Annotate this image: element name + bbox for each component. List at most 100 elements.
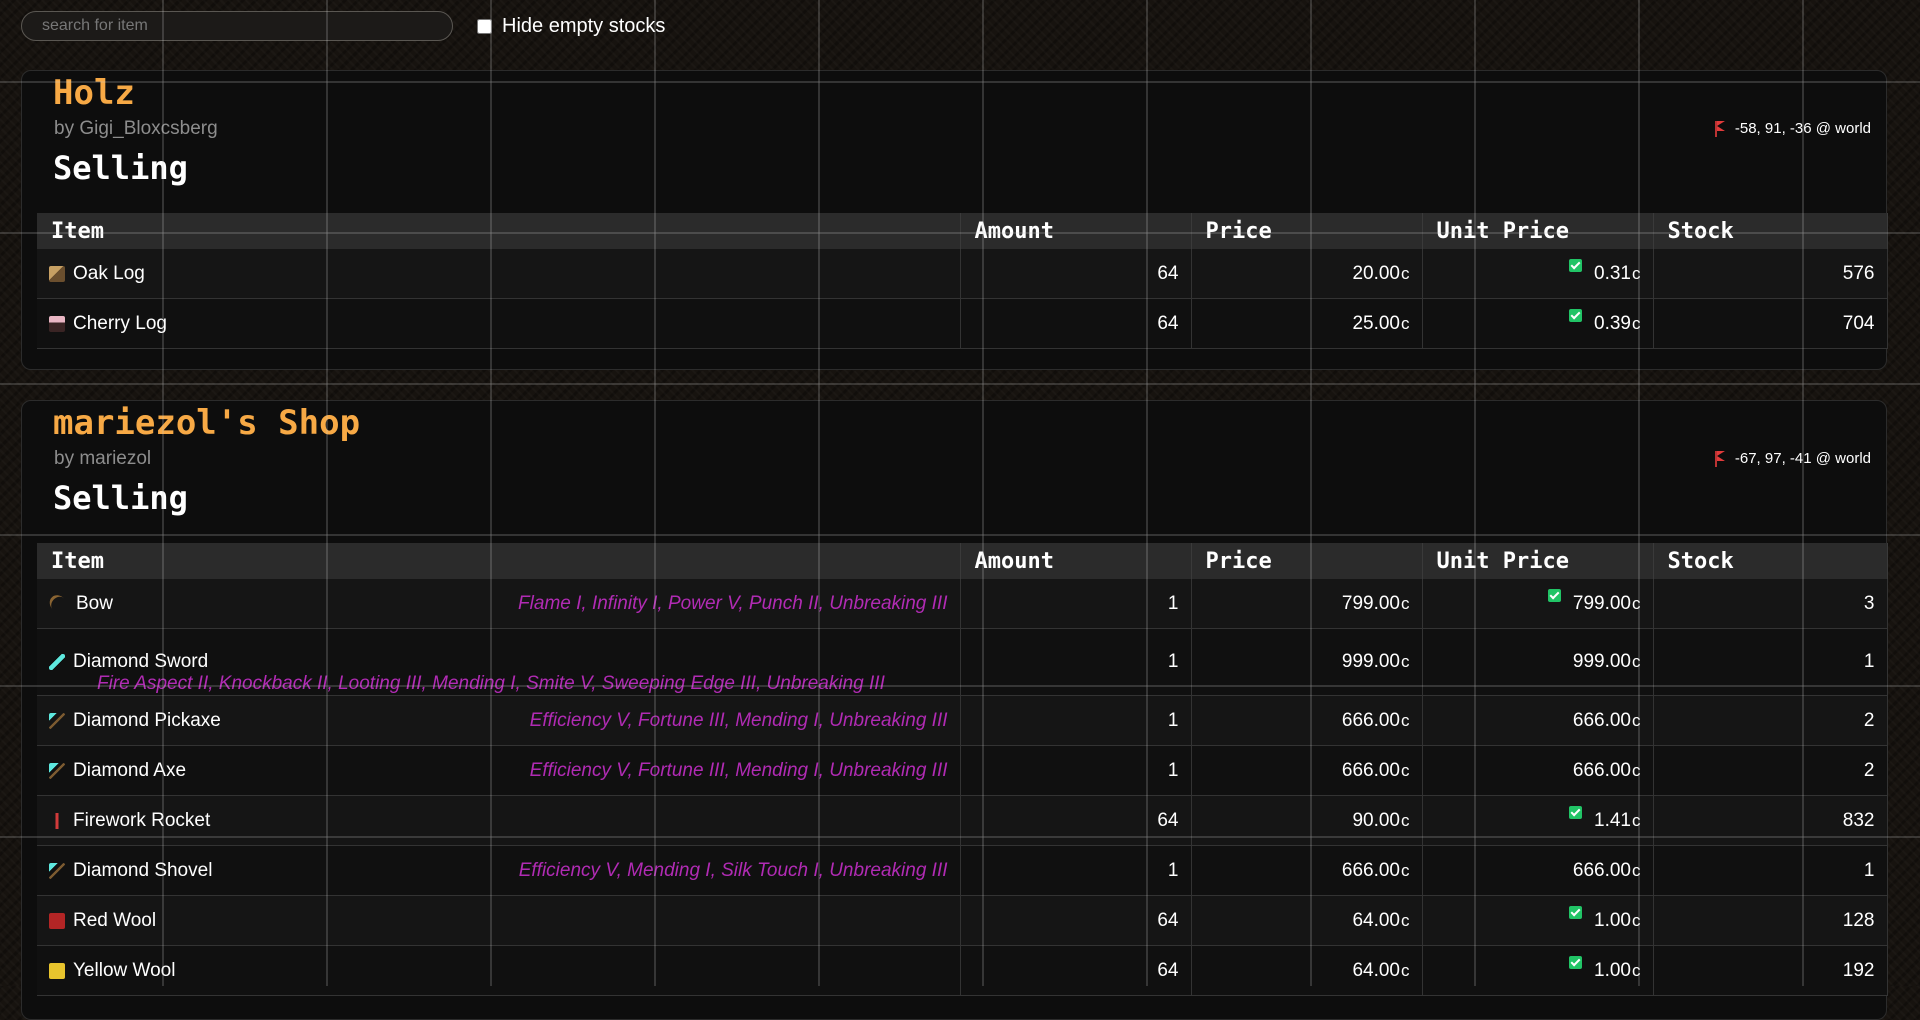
unit-price-value: 0.31 [1594,262,1631,284]
table-row[interactable]: Oak Log 64 20.00c 0.31c 576 [37,249,1888,299]
shop-location[interactable]: -67, 97, -41 @ world [1714,450,1871,467]
item-cell: Diamond Sword Fire Aspect II, Knockback … [37,628,961,696]
currency-symbol: c [1632,710,1641,730]
unit-price-cell: 1.41c [1422,795,1654,846]
diamond-shovel-icon [49,862,65,879]
amount-cell: 1 [960,579,1192,629]
amount-cell: 64 [960,298,1192,349]
amount-cell: 64 [960,895,1192,946]
check-icon [1569,308,1583,322]
table-row[interactable]: Cherry Log 64 25.00c 0.39c 704 [37,298,1888,349]
item-name: Diamond Axe [73,759,187,781]
unit-price-cell: 1.00c [1422,945,1654,996]
amount-cell: 1 [960,745,1192,796]
oak-log-icon [49,265,65,282]
unit-price-value: 999.00 [1572,651,1631,672]
item-enchantments: Fire Aspect II, Knockback II, Looting II… [97,673,885,694]
shop-location-text: -67, 97, -41 @ world [1734,450,1871,467]
item-cell: Oak Log [37,249,961,299]
price-cell: 666.00c [1191,745,1423,796]
item-enchantments: Efficiency V, Mending I, Silk Touch I, U… [518,859,948,881]
item-name: Firework Rocket [73,809,211,831]
unit-price-value: 1.00 [1594,959,1631,981]
item-name: Red Wool [73,909,157,931]
item-cell: Firework Rocket [37,795,961,846]
unit-price-cell: 1.00c [1422,895,1654,946]
price-cell: 90.00c [1191,795,1423,846]
column-header-amount[interactable]: Amount [960,543,1192,579]
bow-icon [46,591,71,616]
item-name: Diamond Sword [73,651,209,672]
flag-icon [1714,120,1729,137]
item-enchantments: Efficiency V, Fortune III, Mending I, Un… [529,709,948,731]
unit-price-value: 666.00 [1572,859,1631,881]
currency-symbol: c [1401,593,1410,613]
stock-cell: 128 [1653,895,1888,946]
column-header-price[interactable]: Price [1191,213,1423,249]
amount-cell: 1 [960,628,1192,696]
unit-price-cell: 666.00c [1422,745,1654,796]
unit-price-cell: 999.00c [1422,628,1654,696]
currency-symbol: c [1401,760,1410,780]
table-row[interactable]: Firework Rocket 64 90.00c 1.41c 832 [37,795,1888,846]
stock-cell: 2 [1653,745,1888,796]
price-value: 25.00 [1352,312,1400,334]
check-icon [1569,258,1583,272]
column-header-item[interactable]: Item [37,213,961,249]
item-name: Cherry Log [73,312,167,334]
item-name: Yellow Wool [73,959,176,981]
unit-price-value: 799.00 [1572,592,1631,614]
currency-symbol: c [1632,263,1641,283]
unit-price-value: 666.00 [1572,709,1631,731]
price-value: 20.00 [1352,262,1400,284]
shop-location[interactable]: -58, 91, -36 @ world [1714,120,1871,137]
shop-location-text: -58, 91, -36 @ world [1734,120,1871,137]
diamond-sword-icon [49,654,65,670]
stock-cell: 832 [1653,795,1888,846]
table-row[interactable]: Diamond Pickaxe Efficiency V, Fortune II… [37,695,1888,746]
table-row[interactable]: Red Wool 64 64.00c 1.00c 128 [37,895,1888,946]
table-row[interactable]: Diamond Sword Fire Aspect II, Knockback … [37,628,1888,696]
unit-price-cell: 0.31c [1422,249,1654,299]
currency-symbol: c [1401,313,1410,333]
stock-table: Item Amount Price Unit Price Stock Bow F… [37,543,1888,996]
stock-cell: 1 [1653,845,1888,896]
item-cell: Red Wool [37,895,961,946]
table-row[interactable]: Bow Flame I, Infinity I, Power V, Punch … [37,579,1888,629]
item-cell: Diamond Axe Efficiency V, Fortune III, M… [37,745,961,796]
column-header-amount[interactable]: Amount [960,213,1192,249]
table-row[interactable]: Yellow Wool 64 64.00c 1.00c 192 [37,945,1888,996]
price-value: 666.00 [1341,709,1400,731]
price-cell: 666.00c [1191,845,1423,896]
shop-card: Holz by Gigi_Bloxcsberg -58, 91, -36 @ w… [21,70,1888,370]
price-value: 90.00 [1352,809,1400,831]
price-value: 64.00 [1352,909,1400,931]
shop-owner: by Gigi_Bloxcsberg [54,118,218,139]
column-header-stock[interactable]: Stock [1653,213,1888,249]
column-header-price[interactable]: Price [1191,543,1423,579]
price-cell: 999.00c [1191,628,1423,696]
stock-cell: 1 [1653,628,1888,696]
hide-empty-stocks-label: Hide empty stocks [502,14,666,37]
search-input[interactable] [21,11,453,41]
item-cell: Diamond Shovel Efficiency V, Mending I, … [37,845,961,896]
stock-cell: 3 [1653,579,1888,629]
column-header-unit-price[interactable]: Unit Price [1422,213,1654,249]
table-row[interactable]: Diamond Axe Efficiency V, Fortune III, M… [37,745,1888,796]
currency-symbol: c [1632,760,1641,780]
price-value: 799.00 [1341,592,1400,614]
price-cell: 64.00c [1191,895,1423,946]
column-header-item[interactable]: Item [37,543,961,579]
column-header-unit-price[interactable]: Unit Price [1422,543,1654,579]
table-row[interactable]: Diamond Shovel Efficiency V, Mending I, … [37,845,1888,896]
hide-empty-stocks-toggle[interactable]: Hide empty stocks [477,15,665,38]
stock-cell: 576 [1653,249,1888,299]
amount-cell: 1 [960,695,1192,746]
cherry-log-icon [49,315,65,332]
check-icon [1569,955,1583,969]
red-wool-icon [49,912,65,929]
hide-empty-stocks-checkbox[interactable] [477,18,492,34]
stock-table: Item Amount Price Unit Price Stock Oak L… [37,213,1888,349]
price-cell: 20.00c [1191,249,1423,299]
column-header-stock[interactable]: Stock [1653,543,1888,579]
